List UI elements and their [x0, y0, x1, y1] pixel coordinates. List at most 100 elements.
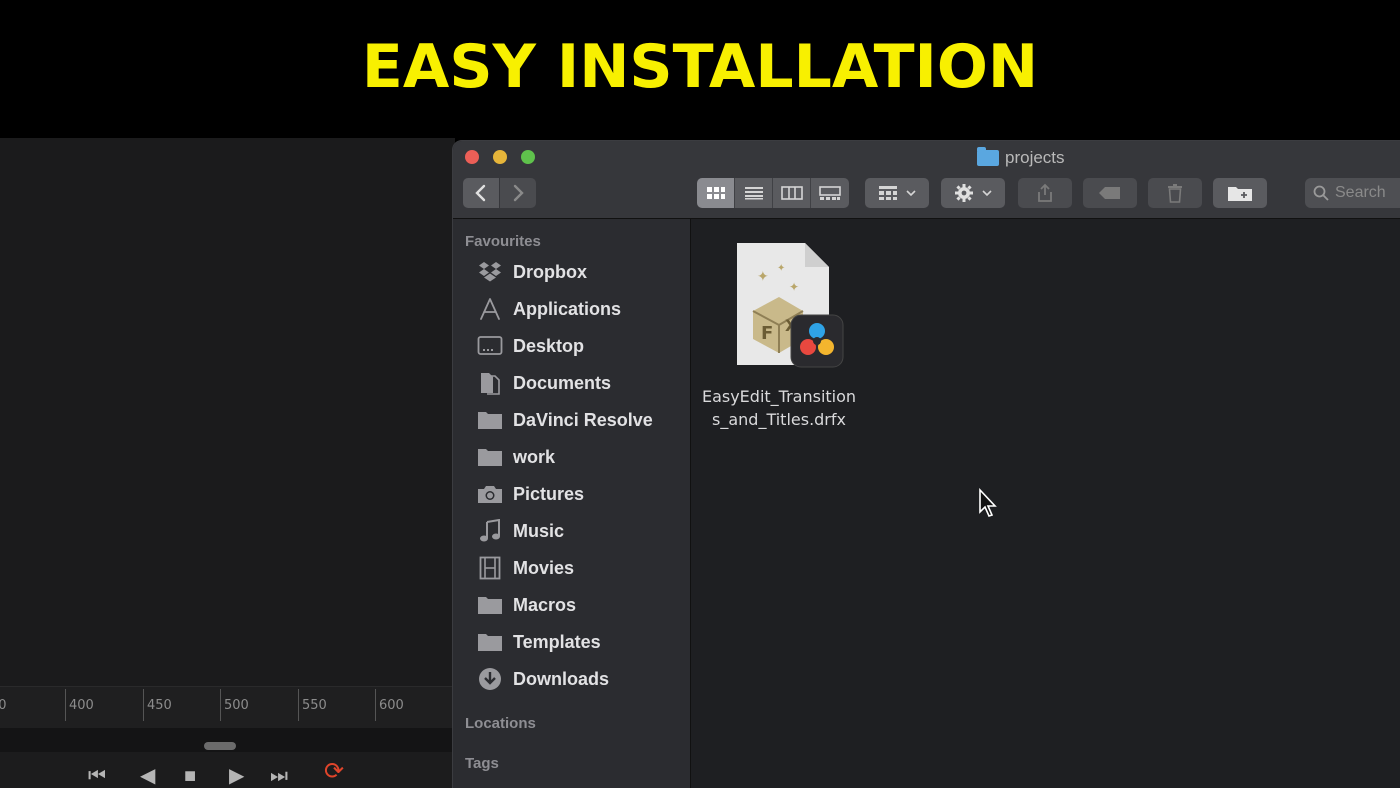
minimize-window-button[interactable]	[493, 150, 507, 164]
mouse-cursor-icon	[979, 488, 997, 517]
list-view-icon	[744, 187, 763, 200]
sidebar-item-label: Pictures	[513, 483, 585, 504]
documents-icon	[477, 371, 503, 395]
resolve-app: 50 400 450 500 550 600 ⏮ ◀ ■ ▶ ⏭ ⟳	[0, 138, 455, 788]
new-folder-button[interactable]	[1213, 178, 1267, 208]
sidebar-item-music[interactable]: Music	[477, 516, 687, 546]
sidebar-item-label: Applications	[513, 298, 622, 319]
sidebar-item-label: Templates	[513, 631, 601, 652]
ruler-tick: 50	[0, 698, 7, 713]
folder-icon	[977, 147, 999, 166]
column-view-icon	[780, 186, 803, 200]
desktop-icon	[477, 334, 503, 358]
trash-icon	[1168, 184, 1182, 203]
jump-start-icon[interactable]: ⏮	[88, 766, 106, 786]
ruler-tick: 450	[143, 687, 213, 729]
sidebar-item-label: Desktop	[513, 335, 585, 356]
timeline-scroll-handle[interactable]	[204, 742, 236, 750]
sidebar-item-applications[interactable]: Applications	[477, 294, 687, 324]
film-icon	[477, 556, 503, 580]
sidebar-item-templates[interactable]: Templates	[477, 627, 687, 657]
svg-text:✦: ✦	[789, 280, 799, 294]
sidebar-item-label: Macros	[513, 594, 577, 615]
forward-icon	[513, 184, 524, 202]
finder-content: F X ✦ ✦ ✦ EasyEdit_Transitions_and_Title…	[691, 219, 1400, 788]
sidebar-item-dropbox[interactable]: Dropbox	[477, 257, 687, 287]
window-title-label: projects	[1005, 148, 1065, 167]
banner-title: EASY INSTALLATION	[361, 32, 1039, 102]
music-icon	[477, 519, 503, 543]
banner: EASY INSTALLATION	[0, 0, 1400, 138]
sidebar-item-label: Documents	[513, 372, 612, 393]
stop-icon[interactable]: ■	[184, 766, 196, 786]
resolve-viewer	[0, 138, 455, 686]
finder-window: projects Search Favourites Dropbox Appli…	[452, 140, 1400, 788]
locations-section-header[interactable]: Locations	[465, 715, 536, 732]
group-by-button[interactable]	[865, 178, 929, 208]
chevron-down-icon	[982, 190, 992, 197]
sidebar-item-label: Dropbox	[513, 261, 587, 282]
back-icon	[475, 184, 486, 202]
view-switcher	[697, 178, 849, 208]
action-menu-button[interactable]	[941, 178, 1005, 208]
ruler-tick: 400	[65, 687, 135, 729]
sidebar-item-work[interactable]: work	[477, 442, 687, 472]
loop-icon[interactable]: ⟳	[324, 760, 344, 784]
zoom-window-button[interactable]	[521, 150, 535, 164]
svg-text:✦: ✦	[777, 263, 785, 274]
finder-titlebar: projects	[453, 141, 1400, 219]
file-name: EasyEdit_Transitions_and_Titles.drfx	[701, 387, 857, 429]
search-input[interactable]	[1335, 184, 1400, 202]
share-icon	[1038, 183, 1052, 202]
sidebar-item-documents[interactable]: Documents	[477, 368, 687, 398]
camera-icon	[477, 482, 503, 506]
new-folder-icon	[1228, 187, 1252, 201]
gear-icon	[955, 184, 973, 202]
gallery-view-icon	[819, 186, 841, 200]
jump-end-icon[interactable]: ⏭	[270, 766, 288, 786]
favourites-section-header: Favourites	[465, 233, 541, 250]
sidebar-item-macros[interactable]: Macros	[477, 590, 687, 620]
search-icon	[1313, 185, 1329, 201]
ruler-tick: 500	[220, 687, 290, 729]
finder-sidebar: Favourites Dropbox Applications Desktop …	[453, 219, 691, 788]
sidebar-item-desktop[interactable]: Desktop	[477, 331, 687, 361]
svg-text:✦: ✦	[757, 268, 769, 284]
transport-controls: ⏮ ◀ ■ ▶ ⏭ ⟳	[0, 758, 455, 788]
timeline-ruler[interactable]: 50 400 450 500 550 600	[0, 686, 455, 728]
window-title: projects	[977, 147, 1065, 168]
tags-button[interactable]	[1083, 178, 1137, 208]
column-view-button[interactable]	[773, 178, 811, 208]
back-button[interactable]	[463, 178, 499, 208]
applications-icon	[477, 297, 503, 321]
svg-text:F: F	[761, 323, 773, 344]
sidebar-item-davinci-resolve[interactable]: DaVinci Resolve	[477, 405, 687, 435]
folder-icon	[477, 408, 503, 432]
play-icon[interactable]: ▶	[229, 766, 244, 786]
sidebar-item-pictures[interactable]: Pictures	[477, 479, 687, 509]
chevron-down-icon	[906, 190, 916, 197]
delete-button[interactable]	[1148, 178, 1202, 208]
tags-section-header[interactable]: Tags	[465, 755, 499, 772]
sidebar-item-movies[interactable]: Movies	[477, 553, 687, 583]
folder-icon	[477, 593, 503, 617]
drfx-file-icon: F X ✦ ✦ ✦	[737, 243, 844, 368]
group-icon	[879, 186, 897, 200]
sidebar-item-label: DaVinci Resolve	[513, 409, 653, 430]
sidebar-item-downloads[interactable]: Downloads	[477, 664, 687, 694]
ruler-tick: 550	[298, 687, 368, 729]
ruler-tick: 600	[375, 687, 445, 729]
gallery-view-button[interactable]	[811, 178, 849, 208]
sidebar-item-label: work	[513, 446, 556, 467]
share-button[interactable]	[1018, 178, 1072, 208]
forward-button[interactable]	[500, 178, 536, 208]
folder-icon	[477, 630, 503, 654]
sidebar-item-label: Music	[513, 520, 565, 541]
list-view-button[interactable]	[735, 178, 773, 208]
icon-view-button[interactable]	[697, 178, 735, 208]
search-field[interactable]	[1305, 178, 1400, 208]
icon-view-icon	[706, 187, 725, 199]
sidebar-item-label: Downloads	[513, 668, 610, 689]
step-back-icon[interactable]: ◀	[140, 766, 155, 786]
close-window-button[interactable]	[465, 150, 479, 164]
